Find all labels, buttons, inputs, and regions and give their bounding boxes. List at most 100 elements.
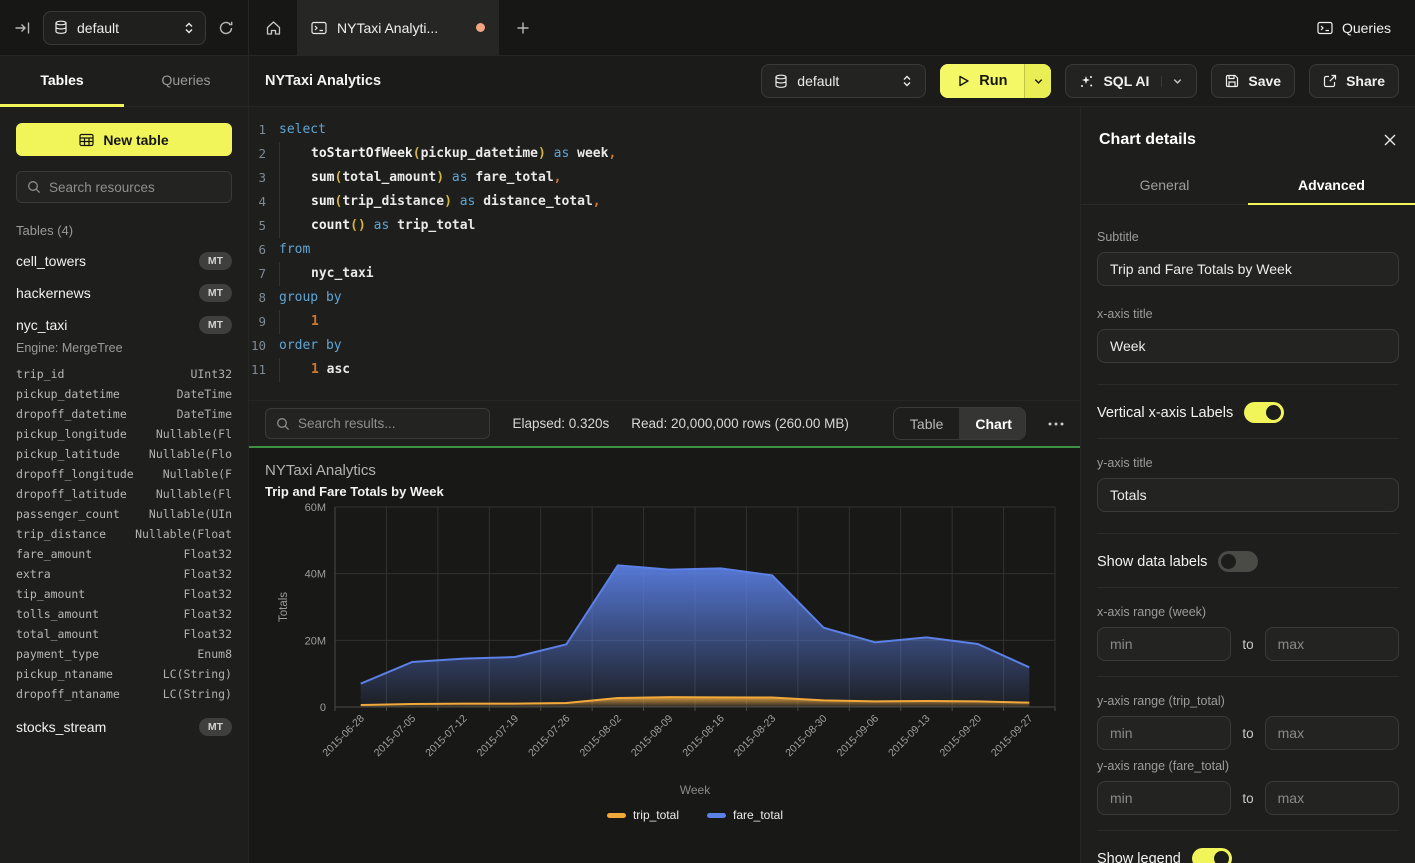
line-number: 11: [249, 358, 279, 382]
y-tick-label: 20M: [305, 635, 326, 647]
line-number: 6: [249, 238, 279, 262]
run-label: Run: [979, 73, 1007, 89]
sidebar-search-input[interactable]: [49, 180, 226, 195]
read-stat: Read: 20,000,000 rows (260.00 MB): [631, 416, 849, 431]
show-legend-toggle[interactable]: [1192, 848, 1232, 863]
column-row: total_amountFloat32: [16, 624, 232, 644]
table-row-nyc-taxi[interactable]: nyc_taxi MT: [16, 316, 232, 334]
sidebar-content: New table Tables (4) cell_towers MT hack…: [0, 107, 248, 736]
column-type: LC(String): [163, 667, 232, 681]
tables-section-label: Tables (4): [16, 223, 232, 238]
vertical-x-labels-toggle[interactable]: [1244, 402, 1284, 423]
tab-strip: NYTaxi Analyti...: [249, 0, 1293, 55]
x-axis-title: Week: [680, 783, 711, 797]
sidebar-tab-queries[interactable]: Queries: [124, 56, 248, 107]
show-data-labels-toggle[interactable]: [1218, 551, 1258, 572]
column-row: trip_distanceNullable(Float: [16, 524, 232, 544]
x-axis-title-input[interactable]: [1097, 329, 1399, 363]
save-icon: [1225, 74, 1239, 88]
panel-tab-general[interactable]: General: [1081, 167, 1248, 205]
column-name: pickup_ntaname: [16, 667, 113, 681]
query-database-select[interactable]: default: [761, 64, 926, 98]
x-tick-label: 2015-09-20: [938, 713, 985, 760]
y-axis-title-field: y-axis title: [1097, 456, 1399, 512]
code-line: 6from: [249, 238, 1080, 262]
table-row-stocks-stream[interactable]: stocks_stream MT: [16, 718, 232, 736]
results-search-input[interactable]: [298, 416, 479, 431]
sql-editor[interactable]: 1select2toStartOfWeek(pickup_datetime) a…: [249, 107, 1080, 400]
more-options-button[interactable]: [1048, 422, 1064, 426]
collapse-sidebar-button[interactable]: [14, 20, 31, 36]
column-type: Nullable(Fl: [156, 427, 232, 441]
view-toggle-table[interactable]: Table: [894, 408, 959, 439]
sql-ai-options-button[interactable]: [1161, 76, 1183, 87]
code-line: 4sum(trip_distance) as distance_total,: [249, 190, 1080, 214]
sql-ai-label: SQL AI: [1103, 73, 1149, 89]
column-row: dropoff_ntanameLC(String): [16, 684, 232, 704]
code-line: 3sum(total_amount) as fare_total,: [249, 166, 1080, 190]
code-line: 2toStartOfWeek(pickup_datetime) as week,: [249, 142, 1080, 166]
to-label: to: [1242, 726, 1253, 741]
query-database-value: default: [797, 73, 892, 89]
code-line: 5count() as trip_total: [249, 214, 1080, 238]
save-button[interactable]: Save: [1211, 64, 1295, 98]
share-icon: [1323, 74, 1337, 88]
table-row-hackernews[interactable]: hackernews MT: [16, 284, 232, 302]
x-axis-range-max-input[interactable]: [1265, 627, 1399, 661]
table-row-cell-towers[interactable]: cell_towers MT: [16, 252, 232, 270]
line-number: 7: [249, 262, 279, 286]
y-axis-range-trip-max-input[interactable]: [1265, 716, 1399, 750]
subtitle-field-label: Subtitle: [1097, 230, 1399, 244]
line-number: 2: [249, 142, 279, 166]
legend-item-fare_total[interactable]: fare_total: [707, 808, 783, 822]
line-number: 8: [249, 286, 279, 310]
column-row: fare_amountFloat32: [16, 544, 232, 564]
share-button[interactable]: Share: [1309, 64, 1399, 98]
y-axis-range-fare-min-input[interactable]: [1097, 781, 1231, 815]
y-axis-range-fare-group: y-axis range (fare_total) to: [1097, 759, 1399, 815]
terminal-icon: [1317, 21, 1333, 35]
column-name: dropoff_ntaname: [16, 687, 120, 701]
tab-nytaxi-analytics[interactable]: NYTaxi Analyti...: [297, 0, 499, 55]
column-row: pickup_latitudeNullable(Flo: [16, 444, 232, 464]
column-type: DateTime: [177, 387, 232, 401]
x-tick-label: 2015-09-13: [886, 713, 933, 760]
home-button[interactable]: [249, 0, 297, 55]
column-type: Nullable(F: [163, 467, 232, 481]
divider: [1097, 587, 1399, 588]
save-label: Save: [1248, 73, 1281, 89]
topbar-database-select[interactable]: default: [43, 11, 206, 45]
y-axis-range-trip-min-input[interactable]: [1097, 716, 1231, 750]
table-name: cell_towers: [16, 253, 86, 269]
share-label: Share: [1346, 73, 1385, 89]
column-name: dropoff_longitude: [16, 467, 134, 481]
play-icon: [957, 74, 970, 88]
subtitle-input[interactable]: [1097, 252, 1399, 286]
sidebar-tab-tables[interactable]: Tables: [0, 56, 124, 107]
new-table-button[interactable]: New table: [16, 123, 232, 156]
refresh-button[interactable]: [218, 20, 234, 36]
column-name: extra: [16, 567, 51, 581]
x-tick-label: 2015-07-05: [372, 713, 419, 760]
view-toggle-chart[interactable]: Chart: [959, 408, 1026, 439]
queries-button[interactable]: Queries: [1317, 20, 1391, 36]
x-axis-title-field: x-axis title: [1097, 307, 1399, 363]
run-options-button[interactable]: [1024, 64, 1051, 98]
y-axis-title-input[interactable]: [1097, 478, 1399, 512]
close-panel-button[interactable]: [1383, 133, 1397, 147]
column-row: dropoff_latitudeNullable(Fl: [16, 484, 232, 504]
column-type: Nullable(UIn: [149, 507, 232, 521]
new-tab-button[interactable]: [499, 0, 547, 55]
panel-tab-advanced[interactable]: Advanced: [1248, 167, 1415, 205]
run-button[interactable]: Run: [940, 64, 1051, 98]
chart-panel: NYTaxi Analytics Trip and Fare Totals by…: [249, 448, 1080, 863]
column-row: tip_amountFloat32: [16, 584, 232, 604]
legend-item-trip_total[interactable]: trip_total: [607, 808, 679, 822]
terminal-icon: [311, 21, 327, 35]
panel-header: Chart details: [1081, 107, 1415, 167]
x-axis-range-min-input[interactable]: [1097, 627, 1231, 661]
sql-ai-button[interactable]: SQL AI: [1065, 64, 1197, 98]
x-tick-label: 2015-08-02: [578, 713, 625, 760]
y-axis-range-fare-max-input[interactable]: [1265, 781, 1399, 815]
column-name: dropoff_datetime: [16, 407, 127, 421]
